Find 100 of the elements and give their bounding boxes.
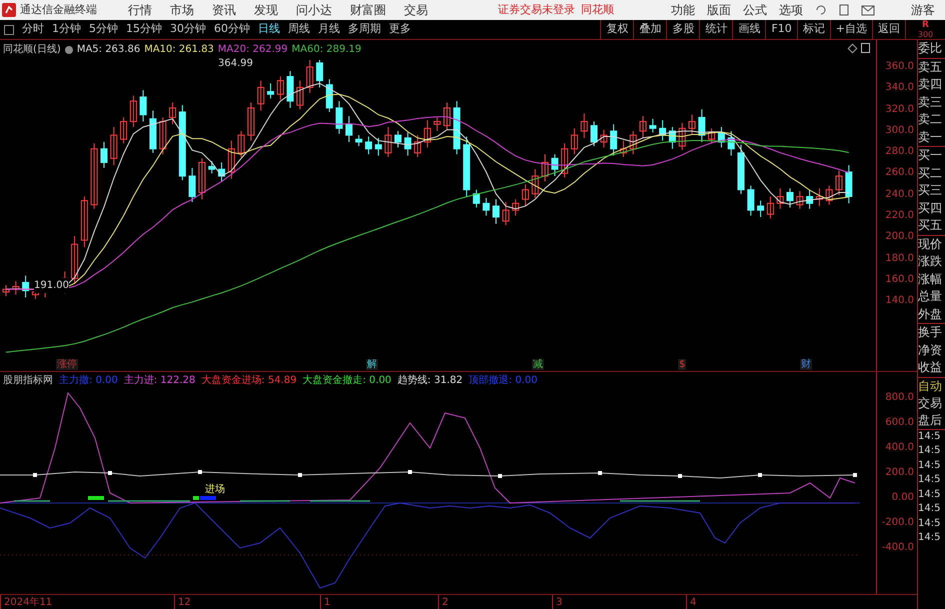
period-tab[interactable]: 日线 <box>254 21 284 38</box>
chart-action-button[interactable]: 标记 <box>796 20 830 39</box>
indicator-axis-label: 600.0 <box>885 417 914 429</box>
price-axis-label: 220.0 <box>885 210 914 222</box>
event-marker[interactable]: $ <box>678 359 686 370</box>
price-axis-label: 300.0 <box>885 124 914 137</box>
chart-action-button[interactable]: F10 <box>765 20 797 39</box>
event-marker[interactable]: 解 <box>366 359 378 370</box>
menu-item[interactable]: 资讯 <box>212 1 236 19</box>
login-status[interactable]: 证券交易未登录 <box>498 2 575 18</box>
app-logo-icon <box>2 3 16 17</box>
price-axis-label: 140.0 <box>885 295 914 308</box>
indicator-title: 股朋指标网 <box>3 374 53 388</box>
price-axis-label: 160.0 <box>885 274 914 286</box>
tool-menu-item[interactable]: 选项 <box>779 1 803 19</box>
chart-action-button[interactable]: 统计 <box>699 20 732 39</box>
user-name[interactable]: 游客 <box>911 1 935 19</box>
tool-menu-item[interactable]: 功能 <box>671 1 695 19</box>
indicator-value: 趋势线: 31.82 <box>397 374 463 388</box>
chart-action-button[interactable]: +自选 <box>830 20 872 39</box>
event-marker[interactable]: 减 <box>532 359 544 370</box>
price-axis-label: 180.0 <box>885 252 914 265</box>
quote-field-label: 涨跌 <box>918 253 943 270</box>
trade-time: 14:5 <box>918 531 942 545</box>
date-axis-label: 2024年11 <box>0 594 174 609</box>
mail-icon[interactable] <box>861 4 875 16</box>
period-tab[interactable]: 1分钟 <box>48 21 85 38</box>
quote-field-label: 买三 <box>918 182 943 199</box>
menu-item[interactable]: 市场 <box>170 1 194 19</box>
quote-field-label: 买四 <box>918 200 943 216</box>
quote-field-label: 净资 <box>918 342 943 358</box>
quote-field-label: 卖四 <box>918 76 943 93</box>
period-tab[interactable]: 30分钟 <box>166 21 210 38</box>
ma-value: MA10: 261.83 <box>144 43 214 57</box>
chart-action-button[interactable]: 画线 <box>732 20 766 39</box>
chart-action-button[interactable]: 返回 <box>872 20 905 39</box>
menu-item[interactable]: 交易 <box>404 1 428 19</box>
quote-field-label: 卖三 <box>918 94 943 110</box>
price-axis-label: 360.0 <box>885 61 914 73</box>
broker-link[interactable]: 同花顺 <box>581 2 614 18</box>
quote-field-label: 收益 <box>918 359 943 376</box>
quote-field-label: 买一 <box>918 147 943 164</box>
ma-value: MA60: 289.19 <box>292 43 362 57</box>
trade-time: 14:5 <box>918 444 942 458</box>
menu-item[interactable]: 问小达 <box>296 1 332 19</box>
trade-time: 14:5 <box>918 430 942 444</box>
period-tab[interactable]: 60分钟 <box>210 21 254 38</box>
indicator-axis-label: -400.0 <box>882 542 914 554</box>
quote-field-label: 委比 <box>918 40 943 57</box>
panel-tab[interactable]: 盘后 <box>918 412 945 428</box>
period-tab[interactable]: 多周期 <box>344 21 385 38</box>
menu-item[interactable]: 发现 <box>254 1 278 19</box>
auto-mode-button[interactable]: 自动 <box>918 378 945 394</box>
period-tab[interactable]: 月线 <box>314 21 344 38</box>
quote-field-label: 涨幅 <box>918 270 943 288</box>
period-tab[interactable]: 15分钟 <box>122 21 166 38</box>
chart-action-button[interactable]: 复权 <box>600 20 634 39</box>
menu-item[interactable]: 行情 <box>128 1 152 19</box>
period-tab[interactable]: 更多 <box>385 21 415 38</box>
panel-toggle-icon[interactable] <box>861 43 870 53</box>
quote-field-label: 总量 <box>918 288 943 305</box>
phone-icon[interactable] <box>839 4 849 16</box>
quote-field-label: 买二 <box>918 164 943 182</box>
chart-action-button[interactable]: 叠加 <box>633 20 666 39</box>
price-axis-label: 260.0 <box>885 167 914 180</box>
chart-action-button[interactable]: 多股 <box>666 20 700 39</box>
tool-menu-item[interactable]: 公式 <box>743 1 767 19</box>
indicator-axis-label: 800.0 <box>885 392 914 404</box>
quote-field-label: 外盘 <box>918 306 943 322</box>
period-tab[interactable]: 周线 <box>284 21 314 38</box>
indicator-axis-label: 400.0 <box>885 442 914 454</box>
price-axis-label: 340.0 <box>885 82 914 94</box>
app-title: 通达信金融终端 <box>20 2 98 18</box>
trade-time: 14:5 <box>918 516 942 530</box>
chat-icon[interactable] <box>815 4 827 16</box>
quote-field-label: 换手 <box>918 324 943 341</box>
indicator-value: 大盘资金进场: 54.89 <box>201 374 297 388</box>
high-price-label: 364.99 <box>218 57 253 71</box>
tool-menu-item[interactable]: 版面 <box>707 1 731 19</box>
quote-field-label: 现价 <box>918 236 943 252</box>
trade-time: 14:5 <box>918 488 942 502</box>
quote-field-label: 卖二 <box>918 111 943 128</box>
ma-value: MA5: 263.86 <box>76 43 140 57</box>
date-axis-label: 3 <box>552 594 686 609</box>
info-icon[interactable] <box>64 46 73 54</box>
indicator-value: 主力进: 122.28 <box>124 374 196 388</box>
quote-field-label: 卖五 <box>918 58 943 76</box>
panel-toggle-icon[interactable] <box>4 24 14 34</box>
period-tab[interactable]: 5分钟 <box>85 21 122 38</box>
date-axis-label: 1 <box>320 594 438 609</box>
menu-item[interactable]: 财富圈 <box>350 1 386 19</box>
price-axis-label: 200.0 <box>885 231 914 244</box>
quote-field-label: 买五 <box>918 217 943 234</box>
r-badge[interactable]: R 300 <box>905 20 945 39</box>
panel-tab[interactable]: 交易 <box>918 394 945 412</box>
ma-value: MA20: 262.99 <box>218 43 288 57</box>
period-tab[interactable]: 分时 <box>18 21 48 38</box>
date-axis-label: 12 <box>174 594 320 609</box>
trade-time: 14:5 <box>918 458 942 472</box>
event-marker[interactable]: 财 <box>800 359 812 370</box>
